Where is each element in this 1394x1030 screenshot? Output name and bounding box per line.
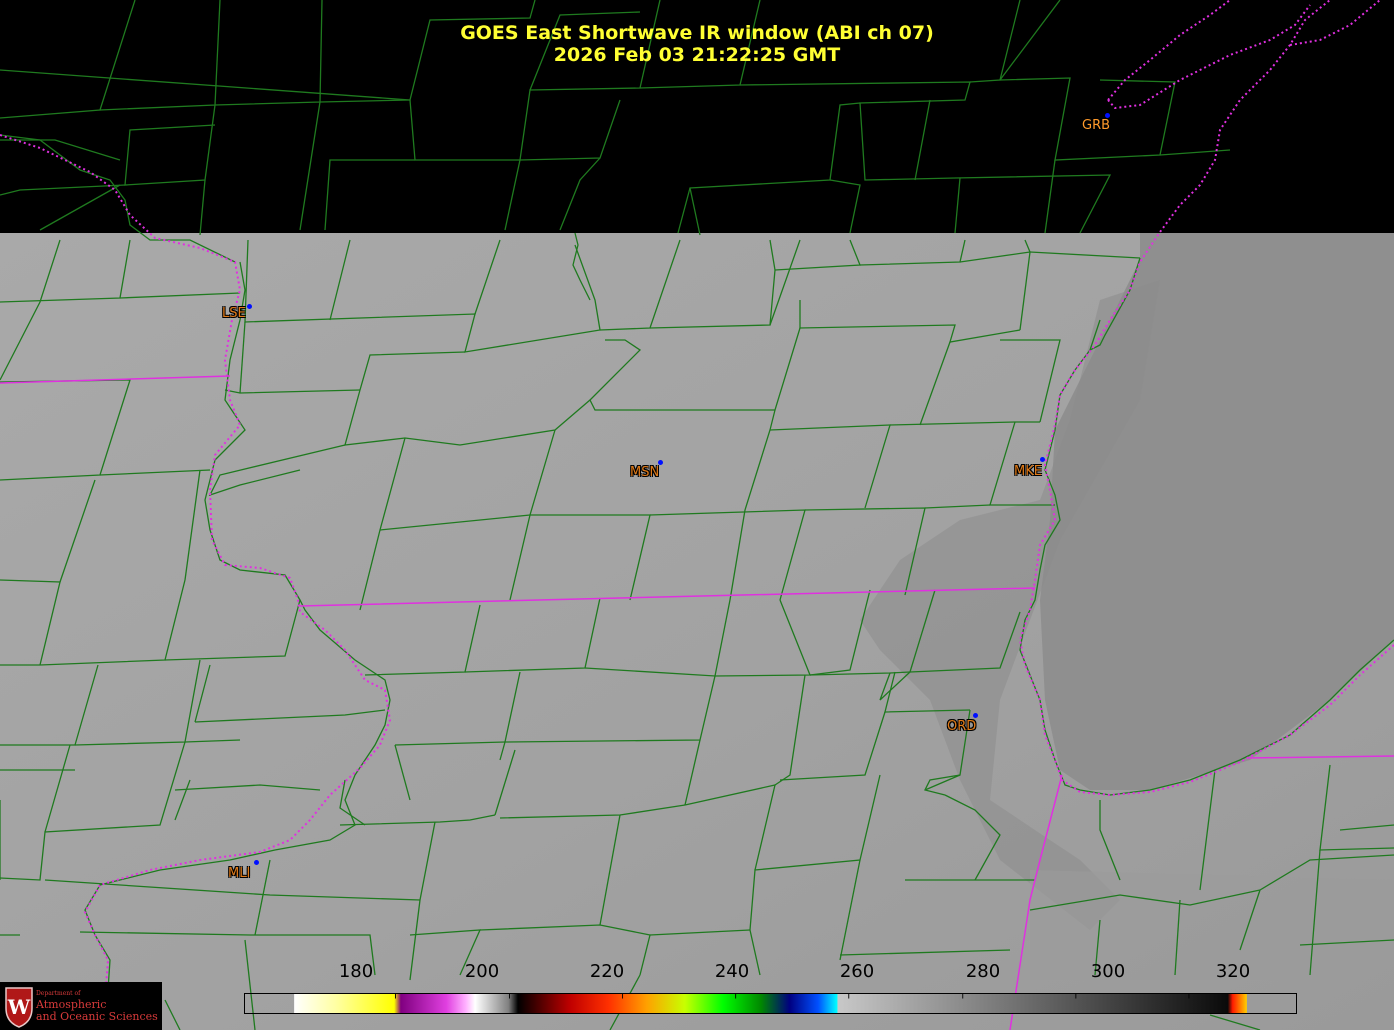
station-dot-ord bbox=[973, 713, 978, 718]
station-dot-lse bbox=[247, 304, 252, 309]
station-label-mke: MKE bbox=[1014, 464, 1042, 479]
station-label-mli: MLI bbox=[228, 866, 251, 881]
station-label-lse: LSE bbox=[222, 306, 246, 321]
station-dot-mli bbox=[254, 860, 259, 865]
colorbar-tick-280: 280 bbox=[965, 961, 1001, 982]
colorbar-tick-240: 240 bbox=[714, 961, 750, 982]
colorbar-tick-320: 320 bbox=[1215, 961, 1251, 982]
station-label-msn: MSN bbox=[630, 465, 660, 480]
aos-logo: W Department of Atmospheric and Oceanic … bbox=[0, 982, 162, 1030]
uw-crest-icon: W bbox=[5, 987, 33, 1028]
station-label-ord: ORD bbox=[947, 719, 977, 734]
station-dot-mke bbox=[1040, 457, 1045, 462]
colorbar-tick-220: 220 bbox=[589, 961, 625, 982]
colorbar-tick-200: 200 bbox=[464, 961, 500, 982]
map-title: GOES East Shortwave IR window (ABI ch 07… bbox=[460, 22, 934, 44]
logo-line3: and Oceanic Sciences bbox=[36, 1010, 158, 1023]
satellite-map bbox=[0, 0, 1394, 1030]
logo-badge-text: W bbox=[7, 995, 31, 1019]
colorbar bbox=[244, 993, 1297, 1014]
colorbar-tick-180: 180 bbox=[338, 961, 374, 982]
colorbar-tick-300: 300 bbox=[1090, 961, 1126, 982]
station-label-grb: GRB bbox=[1082, 118, 1111, 133]
map-timestamp: 2026 Feb 03 21:22:25 GMT bbox=[553, 44, 841, 66]
colorbar-tick-260: 260 bbox=[839, 961, 875, 982]
logo-line1: Department of bbox=[36, 990, 81, 997]
